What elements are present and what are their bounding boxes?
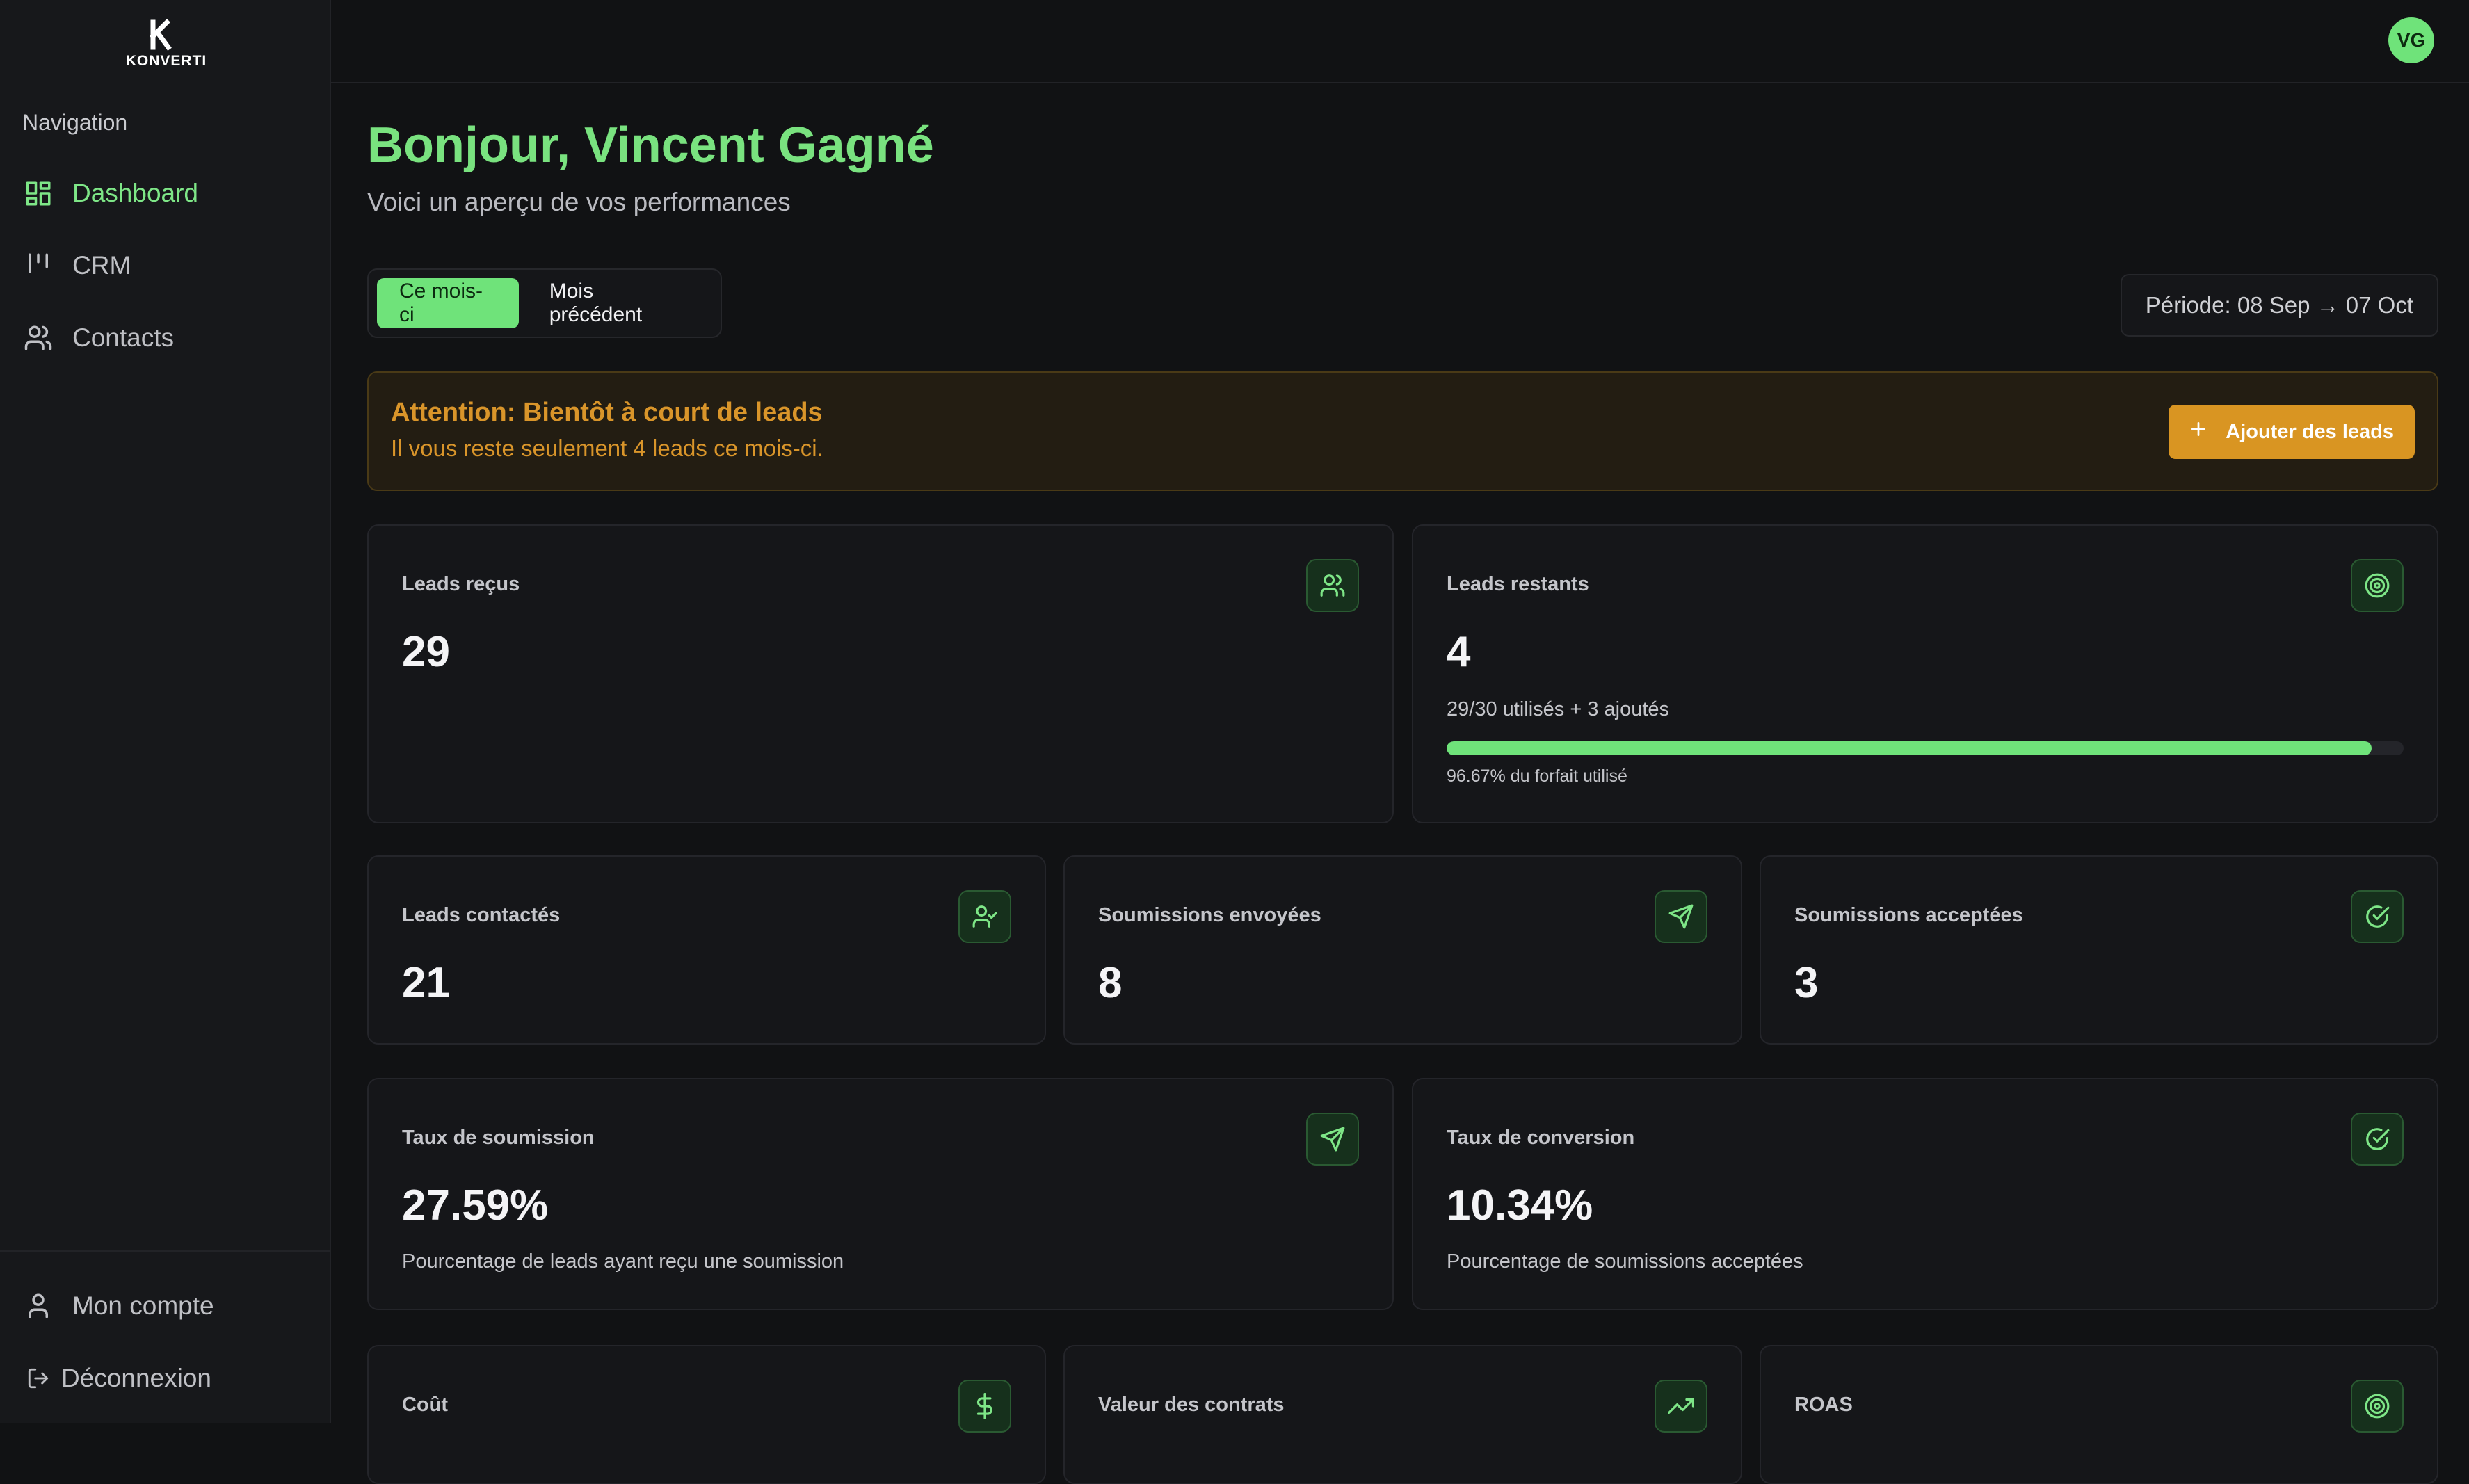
logout-button[interactable]: Déconnexion (22, 1350, 314, 1406)
usage-caption: 96.67% du forfait utilisé (1447, 766, 1627, 786)
card-quotes-accepted: Soumissions acceptées 3 (1760, 855, 2438, 1045)
card-description: Pourcentage de leads ayant reçu une soum… (402, 1250, 844, 1273)
card-conversion-rate: Taux de conversion 10.34% Pourcentage de… (1412, 1078, 2438, 1310)
sidebar-divider (0, 1250, 330, 1252)
check-circle-icon (2351, 890, 2404, 943)
card-value: 27.59% (402, 1181, 549, 1229)
sidebar-item-label: Mon compte (72, 1291, 214, 1320)
sidebar: KONVERTI Navigation Dashboard CRM Contac… (0, 0, 331, 1423)
avatar[interactable]: VG (2388, 17, 2434, 63)
card-value: 4 (1447, 628, 1471, 676)
page-title: Bonjour, Vincent Gagné (367, 118, 934, 173)
sidebar-item-dashboard[interactable]: Dashboard (22, 166, 314, 221)
sidebar-item-contacts[interactable]: Contacts (22, 310, 314, 366)
svg-text:KONVERTI: KONVERTI (126, 53, 207, 69)
alert-title: Attention: Bientôt à court de leads (391, 398, 823, 427)
alert-text: Il vous reste seulement 4 leads ce mois-… (391, 435, 823, 461)
send-icon (1306, 1113, 1359, 1166)
sidebar-item-label: Dashboard (72, 179, 199, 207)
sidebar-item-account[interactable]: Mon compte (22, 1278, 314, 1334)
card-title: Leads restants (1447, 573, 1589, 595)
card-value: 29 (402, 628, 450, 676)
sidebar-item-label: CRM (72, 251, 131, 280)
card-value: 10.34% (1447, 1181, 1593, 1229)
user-icon (22, 1290, 54, 1322)
tab-this-month[interactable]: Ce mois-ci (377, 278, 519, 328)
users-icon (22, 322, 54, 354)
card-quotes-sent: Soumissions envoyées 8 (1063, 855, 1742, 1045)
target-icon (2351, 1380, 2404, 1433)
plus-icon (2189, 420, 2207, 444)
card-value: 3 (1794, 959, 1819, 1007)
card-submission-rate: Taux de soumission 27.59% Pourcentage de… (367, 1078, 1394, 1310)
top-bar: VG (331, 0, 2469, 83)
card-description: Pourcentage de soumissions acceptées (1447, 1250, 1803, 1273)
card-leads-remaining: Leads restants 4 29/30 utilisés + 3 ajou… (1412, 524, 2438, 823)
kanban-icon (22, 250, 54, 282)
dashboard-icon (22, 177, 54, 209)
card-title: Coût (402, 1394, 449, 1416)
page-subtitle: Voici un aperçu de vos performances (367, 188, 791, 216)
dollar-icon (958, 1380, 1011, 1433)
send-icon (1655, 890, 1707, 943)
low-leads-alert: Attention: Bientôt à court de leads Il v… (367, 371, 2438, 491)
card-leads-received: Leads reçus 29 (367, 524, 1394, 823)
users-icon (1306, 559, 1359, 612)
tab-previous-month[interactable]: Mois précédent (527, 278, 712, 328)
card-cost: Coût (367, 1345, 1046, 1484)
check-circle-icon (2351, 1113, 2404, 1166)
add-leads-button[interactable]: Ajouter des leads (2169, 405, 2415, 459)
card-title: Taux de soumission (402, 1127, 595, 1149)
card-title: Leads contactés (402, 904, 561, 926)
usage-progress-fill (1447, 741, 2372, 755)
card-roas: ROAS (1760, 1345, 2438, 1484)
logout-icon (22, 1362, 54, 1394)
sidebar-item-label: Contacts (72, 323, 175, 352)
trending-up-icon (1655, 1380, 1707, 1433)
card-title: Valeur des contrats (1098, 1394, 1285, 1416)
usage-progress-bar (1447, 741, 2404, 755)
period-range: Période: 08 Sep → 07 Oct (2120, 274, 2438, 337)
card-title: ROAS (1794, 1394, 1853, 1416)
card-contract-value: Valeur des contrats (1063, 1345, 1742, 1484)
target-icon (2351, 559, 2404, 612)
card-title: Soumissions envoyées (1098, 904, 1321, 926)
add-leads-label: Ajouter des leads (2226, 420, 2394, 443)
card-title: Leads reçus (402, 573, 520, 595)
nav-heading: Navigation (22, 110, 128, 135)
card-leads-contacted: Leads contactés 21 (367, 855, 1046, 1045)
card-value: 8 (1098, 959, 1123, 1007)
konverti-logo[interactable]: KONVERTI (111, 19, 221, 70)
user-check-icon (958, 890, 1011, 943)
sidebar-item-crm[interactable]: CRM (22, 238, 314, 293)
card-title: Soumissions acceptées (1794, 904, 2023, 926)
usage-text: 29/30 utilisés + 3 ajoutés (1447, 698, 1670, 720)
card-title: Taux de conversion (1447, 1127, 1635, 1149)
card-value: 21 (402, 959, 450, 1007)
sidebar-item-label: Déconnexion (61, 1364, 211, 1392)
period-tabs: Ce mois-ci Mois précédent (367, 268, 722, 338)
